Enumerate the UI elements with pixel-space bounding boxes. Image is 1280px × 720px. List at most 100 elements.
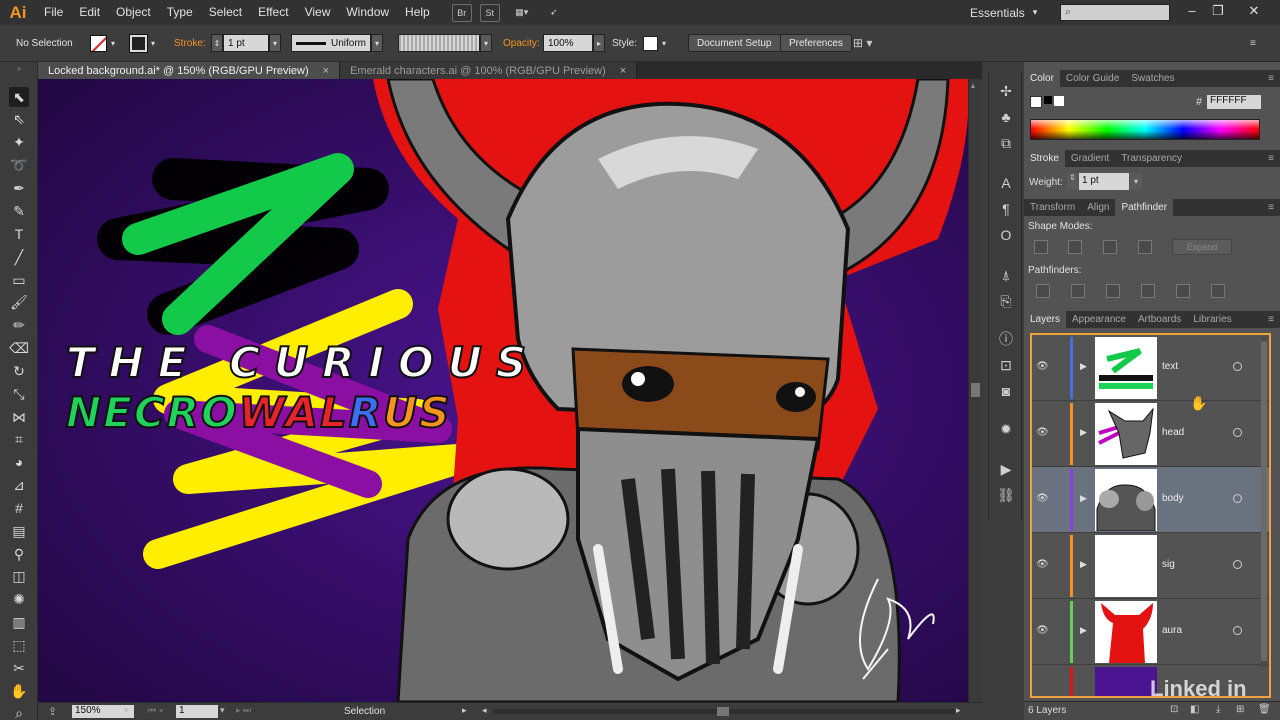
divide-icon[interactable] [1036, 284, 1050, 298]
image-trace-icon[interactable]: ◙ [996, 382, 1016, 400]
scroll-thumb[interactable] [971, 383, 980, 397]
target-circle-icon[interactable] [1233, 560, 1242, 569]
layer-name[interactable]: head [1162, 427, 1184, 438]
chevron-down-icon[interactable]: ▾ [1130, 173, 1142, 190]
paragraph-icon[interactable]: ¶ [996, 200, 1016, 218]
menu-effect[interactable]: Effect [250, 0, 296, 25]
opentype-icon[interactable]: O [996, 226, 1016, 244]
tab-align[interactable]: Align [1081, 199, 1115, 216]
artboard-canvas[interactable]: THE CURIOUS NECROWALRUS [38, 79, 968, 702]
panel-menu-icon[interactable]: ≡ [1250, 34, 1256, 52]
new-layer-icon[interactable]: ⊞ [1236, 704, 1244, 715]
unite-icon[interactable] [1034, 240, 1048, 254]
expand-button[interactable]: Expand [1172, 239, 1232, 255]
eyedropper-tool-icon[interactable]: ⚲ [9, 544, 29, 564]
chevron-down-icon[interactable]: ▾ [124, 705, 129, 716]
intersect-icon[interactable] [1103, 240, 1117, 254]
chevron-down-icon[interactable]: ▾ [220, 705, 225, 716]
hand-tool-icon[interactable]: ✋ [9, 681, 29, 701]
transform-options-icon[interactable]: ✹ [996, 420, 1016, 438]
fill-color-swatch[interactable] [1030, 96, 1042, 108]
mesh-tool-icon[interactable]: # [9, 498, 29, 518]
panel-menu-icon[interactable]: ≡ [1268, 153, 1274, 164]
brushes-icon[interactable]: ✢ [996, 82, 1016, 100]
outline-icon[interactable] [1176, 284, 1190, 298]
stroke-weight-field[interactable]: 1 pt [223, 34, 269, 52]
magic-wand-tool-icon[interactable]: ✦ [9, 132, 29, 152]
rotate-tool-icon[interactable]: ↻ [9, 361, 29, 381]
stroke-swatch[interactable]: ▾ [129, 33, 159, 53]
symbols-icon[interactable]: ♣ [996, 108, 1016, 126]
gradient-tool-icon[interactable]: ▤ [9, 521, 29, 541]
menu-help[interactable]: Help [397, 0, 438, 25]
menu-select[interactable]: Select [201, 0, 250, 25]
tab-transparency[interactable]: Transparency [1115, 150, 1188, 167]
delete-layer-icon[interactable]: 🗑 [1258, 704, 1271, 715]
locate-object-icon[interactable]: ⊡ [1170, 704, 1178, 715]
workspace-switcher[interactable]: Essentials ▾ [970, 3, 1037, 22]
arrange-documents-icon[interactable]: ▦▾ [508, 4, 536, 22]
merge-icon[interactable] [1106, 284, 1120, 298]
layer-row-body[interactable]: 👁 ▶ body [1032, 467, 1269, 533]
symbol-sprayer-tool-icon[interactable]: ✺ [9, 589, 29, 609]
slice-tool-icon[interactable]: ✂ [9, 658, 29, 678]
glyphs-icon[interactable]: ⍋ [996, 266, 1016, 284]
panel-menu-icon[interactable]: ≡ [1268, 73, 1274, 84]
panel-menu-icon[interactable]: ≡ [1268, 202, 1274, 213]
stroke-label[interactable]: Stroke: [174, 34, 206, 52]
artboard-tool-icon[interactable]: ⬚ [9, 635, 29, 655]
expand-arrow-icon[interactable]: ▶ [1080, 493, 1087, 504]
character-icon[interactable]: A [996, 174, 1016, 192]
gpu-performance-icon[interactable]: ➶ [544, 4, 564, 22]
horizontal-scrollbar[interactable] [493, 707, 955, 716]
line-tool-icon[interactable]: ╱ [9, 247, 29, 267]
lasso-tool-icon[interactable]: ➰ [9, 155, 29, 175]
menu-edit[interactable]: Edit [71, 0, 108, 25]
layer-row-aura[interactable]: 👁 ▶ aura [1032, 599, 1269, 665]
clipping-mask-icon[interactable]: ◧ [1190, 704, 1199, 715]
black-swatch[interactable] [1044, 96, 1052, 104]
share-icon[interactable]: ⇪ [48, 705, 57, 718]
graphic-styles-icon[interactable]: ⧉ [996, 134, 1016, 152]
restore-icon[interactable]: ❐ [1207, 2, 1229, 20]
crop-icon[interactable] [1141, 284, 1155, 298]
visibility-eye-icon[interactable]: 👁 [1036, 559, 1049, 571]
target-circle-icon[interactable] [1233, 428, 1242, 437]
bridge-button[interactable]: Br [451, 3, 472, 22]
panel-menu-icon[interactable]: ≡ [1268, 314, 1274, 325]
free-transform-tool-icon[interactable]: ⌗ [9, 429, 29, 449]
artboard-number-field[interactable]: 1 [176, 705, 218, 718]
paintbrush-tool-icon[interactable]: 🖌 [9, 292, 29, 312]
target-circle-icon[interactable] [1233, 362, 1242, 371]
tab-transform[interactable]: Transform [1024, 199, 1081, 216]
actions-icon[interactable]: ▶ [996, 460, 1016, 478]
expand-arrow-icon[interactable]: ▶ [1080, 361, 1087, 372]
navigator-icon[interactable]: ⊡ [996, 356, 1016, 374]
stepper-icon[interactable]: ⇕ [211, 34, 223, 52]
tab-artboards[interactable]: Artboards [1132, 311, 1187, 328]
trim-icon[interactable] [1071, 284, 1085, 298]
scale-tool-icon[interactable]: ⤡ [9, 384, 29, 404]
tab-pathfinder[interactable]: Pathfinder [1115, 199, 1174, 216]
h-scroll-thumb[interactable] [717, 707, 729, 716]
minimize-icon[interactable]: – [1181, 2, 1203, 20]
zoom-tool-icon[interactable]: ⌕ [9, 703, 29, 720]
tab-stroke[interactable]: Stroke [1024, 150, 1065, 167]
tab-color[interactable]: Color [1024, 70, 1060, 87]
menu-window[interactable]: Window [338, 0, 397, 25]
pencil-tool-icon[interactable]: ✏ [9, 315, 29, 335]
width-tool-icon[interactable]: ⋈ [9, 407, 29, 427]
new-sublayer-icon[interactable]: ⤓ [1216, 704, 1220, 715]
align-options-icon[interactable]: ⊞ ▾ [853, 34, 872, 52]
hex-field[interactable]: FFFFFF [1207, 95, 1261, 109]
blend-tool-icon[interactable]: ◫ [9, 566, 29, 586]
chevron-right-icon[interactable]: ▸ [593, 34, 605, 52]
expand-arrow-icon[interactable]: ▶ [1080, 625, 1087, 636]
visibility-eye-icon[interactable]: 👁 [1036, 427, 1049, 439]
shape-builder-tool-icon[interactable]: ◕ [9, 452, 29, 472]
preferences-button[interactable]: Preferences [780, 34, 852, 52]
minus-front-icon[interactable] [1068, 240, 1082, 254]
visibility-eye-icon[interactable]: 👁 [1036, 361, 1049, 373]
expand-arrow-icon[interactable]: ▶ [1080, 559, 1087, 570]
layers-scrollbar[interactable] [1261, 337, 1267, 667]
